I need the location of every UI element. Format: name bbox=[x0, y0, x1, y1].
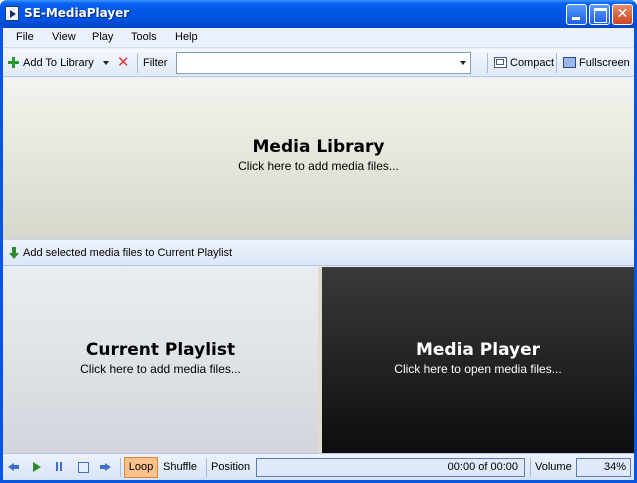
toolbar-separator bbox=[137, 53, 138, 73]
media-library-hint: Click here to add media files... bbox=[238, 159, 399, 173]
menu-help[interactable]: Help bbox=[175, 31, 198, 43]
filter-label: Filter bbox=[143, 57, 168, 69]
menu-view[interactable]: View bbox=[52, 31, 76, 43]
position-slider[interactable]: 00:00 of 00:00 bbox=[256, 458, 525, 477]
add-to-library-button[interactable]: Add To Library bbox=[23, 57, 94, 69]
title-bar[interactable]: SE-MediaPlayer ✕ bbox=[0, 0, 637, 28]
volume-value: 34% bbox=[603, 461, 626, 473]
media-player-title: Media Player bbox=[415, 340, 541, 360]
media-library-title: Media Library bbox=[252, 137, 385, 157]
loop-button[interactable]: Loop bbox=[124, 457, 158, 478]
media-player-panel[interactable]: Media Player Click here to open media fi… bbox=[322, 267, 634, 453]
position-label: Position bbox=[211, 461, 251, 473]
transport-separator bbox=[120, 458, 121, 477]
next-icon[interactable] bbox=[99, 461, 113, 473]
compact-icon bbox=[494, 57, 507, 68]
filter-dropdown-arrow[interactable] bbox=[460, 61, 466, 65]
media-player-hint: Click here to open media files... bbox=[394, 362, 562, 376]
close-button[interactable]: ✕ bbox=[612, 4, 633, 25]
fullscreen-button[interactable]: Fullscreen bbox=[579, 57, 630, 69]
shuffle-button[interactable]: Shuffle bbox=[163, 461, 197, 473]
transport-separator bbox=[530, 458, 531, 477]
time-readout: 00:00 of 00:00 bbox=[447, 461, 518, 473]
window-title: SE-MediaPlayer bbox=[24, 6, 130, 20]
down-arrow-icon bbox=[9, 247, 19, 259]
volume-slider[interactable]: 34% bbox=[576, 458, 631, 477]
menu-tools[interactable]: Tools bbox=[131, 31, 157, 43]
current-playlist-title: Current Playlist bbox=[85, 340, 236, 360]
filter-input[interactable] bbox=[177, 53, 452, 73]
add-to-library-dropdown[interactable] bbox=[103, 61, 109, 65]
compact-button[interactable]: Compact bbox=[510, 57, 554, 69]
volume-label: Volume bbox=[535, 461, 572, 473]
add-to-playlist-bar[interactable]: Add selected media files to Current Play… bbox=[3, 239, 634, 266]
app-window: SE-MediaPlayer ✕ File View Play Tools He… bbox=[0, 0, 637, 483]
remove-icon[interactable]: ✕ bbox=[117, 54, 131, 70]
add-to-playlist-label[interactable]: Add selected media files to Current Play… bbox=[23, 247, 232, 259]
media-library-panel[interactable]: Media Library Click here to add media fi… bbox=[3, 78, 634, 239]
current-playlist-hint: Click here to add media files... bbox=[80, 362, 241, 376]
filter-combobox[interactable] bbox=[176, 52, 471, 74]
minimize-button[interactable] bbox=[566, 4, 587, 25]
toolbar-separator bbox=[556, 53, 557, 73]
add-icon[interactable] bbox=[8, 57, 19, 68]
client-area: File View Play Tools Help Add To Library… bbox=[3, 28, 634, 480]
close-icon: ✕ bbox=[616, 6, 629, 22]
app-icon bbox=[5, 6, 19, 21]
toolbar-separator bbox=[487, 53, 488, 73]
current-playlist-panel[interactable]: Current Playlist Click here to add media… bbox=[3, 267, 318, 453]
transport-bar: Loop Shuffle Position 00:00 of 00:00 Vol… bbox=[3, 453, 634, 480]
fullscreen-icon bbox=[563, 57, 576, 68]
previous-icon[interactable] bbox=[8, 461, 22, 473]
menu-bar: File View Play Tools Help bbox=[3, 28, 634, 48]
maximize-button[interactable] bbox=[589, 4, 610, 25]
pause-icon[interactable] bbox=[53, 461, 67, 473]
stop-icon[interactable] bbox=[76, 461, 90, 473]
toolbar: Add To Library ✕ Filter Compact Fullscre… bbox=[3, 49, 634, 77]
transport-separator bbox=[206, 458, 207, 477]
menu-play[interactable]: Play bbox=[92, 31, 113, 43]
menu-file[interactable]: File bbox=[16, 31, 34, 43]
play-icon[interactable] bbox=[30, 461, 44, 473]
